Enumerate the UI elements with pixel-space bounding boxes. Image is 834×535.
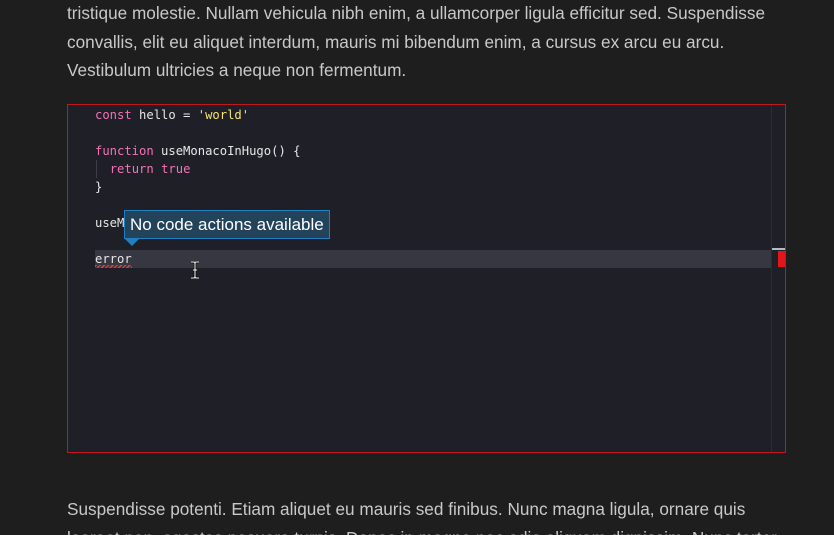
paragraph-bottom: Suspendisse potenti. Etiam aliquet eu ma… <box>67 499 777 535</box>
function-declaration: useMonacoInHugo() { <box>153 144 301 158</box>
vertical-scrollbar[interactable] <box>771 105 785 452</box>
error-token: error <box>95 252 132 266</box>
code-editor[interactable]: const hello = 'world' function useMonaco… <box>67 104 786 453</box>
paragraph-top: tristique molestie. Nullam vehicula nibh… <box>67 3 766 81</box>
keyword-true: true <box>161 162 191 176</box>
keyword-return: return <box>109 162 154 176</box>
code-actions-tooltip: No code actions available <box>124 210 330 239</box>
indent-guide <box>96 160 97 178</box>
keyword-function: function <box>95 144 154 158</box>
code-line-5: } <box>95 178 102 196</box>
error-squiggle <box>95 265 132 268</box>
overview-ruler-cursor-mark <box>772 248 785 250</box>
code-line-4: return true <box>95 160 190 178</box>
overview-ruler-error-mark <box>778 251 785 267</box>
text-cursor-icon <box>191 261 199 279</box>
string-literal: 'world' <box>197 108 250 122</box>
code-line-3: function useMonacoInHugo() { <box>95 142 300 160</box>
closing-brace: } <box>95 180 103 194</box>
code-line-1: const hello = 'world' <box>95 106 249 124</box>
tooltip-arrow <box>125 239 139 246</box>
code-text: hello = <box>131 108 198 122</box>
keyword-const: const <box>95 108 132 122</box>
code-line-9: error <box>95 250 132 268</box>
